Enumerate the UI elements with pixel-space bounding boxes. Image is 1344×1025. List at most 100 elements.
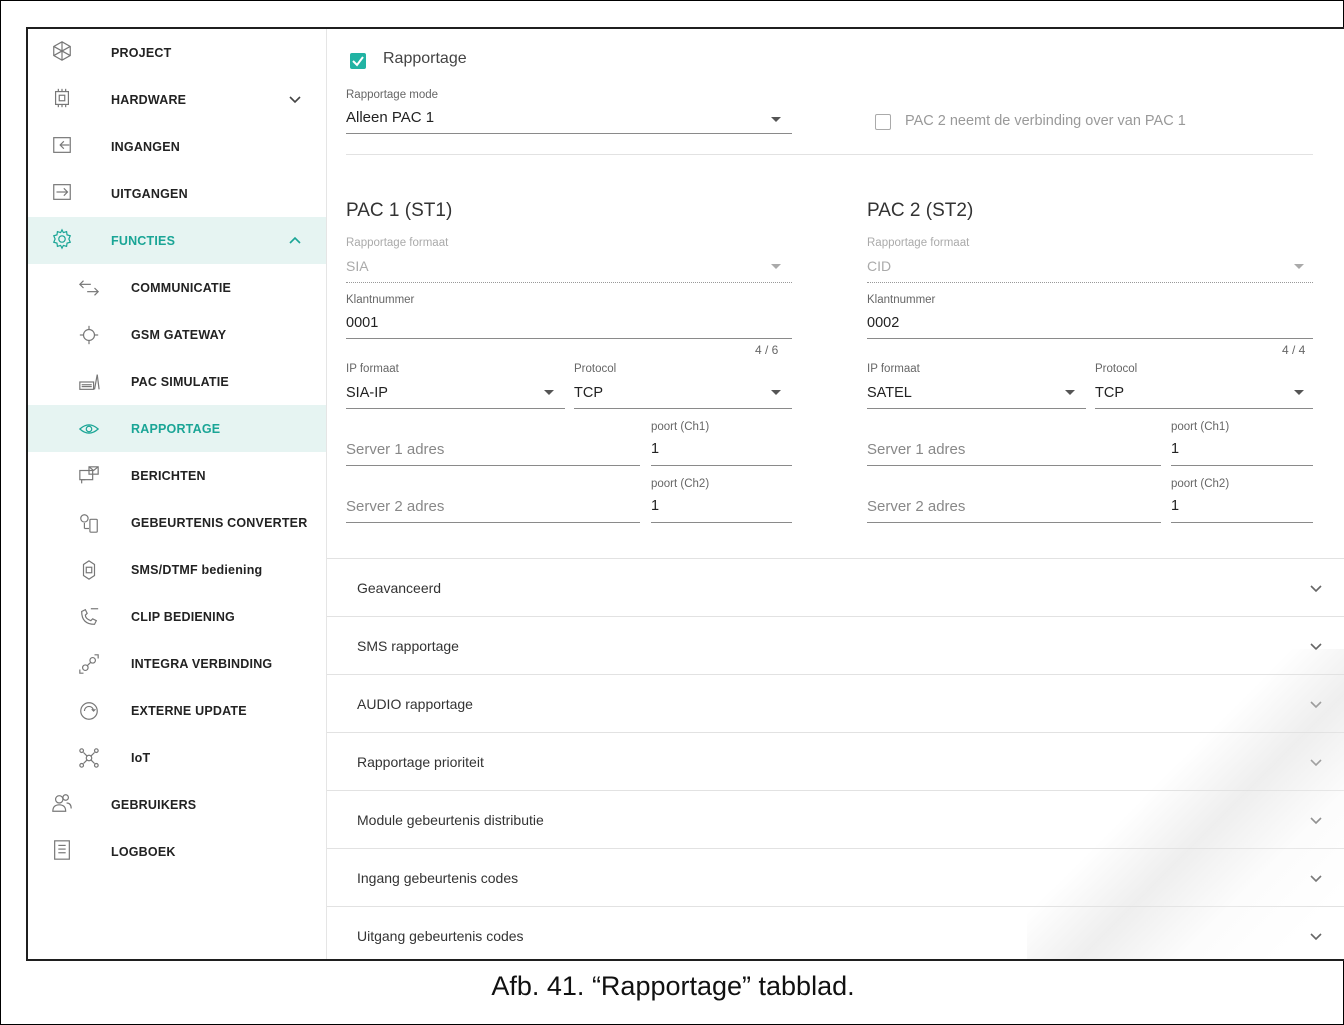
sidebar-item-label: GSM GATEWAY (131, 327, 227, 342)
sidebar-item-communicatie[interactable]: COMMUNICATIE (28, 264, 326, 311)
pac1-ip-format-caret-icon[interactable] (544, 390, 554, 395)
mode-select[interactable]: Alleen PAC 1 (346, 109, 434, 126)
sidebar-item-label: IoT (131, 750, 151, 765)
sidebar-item-functies[interactable]: FUNCTIES (28, 217, 326, 264)
pac1-port1-input[interactable]: 1 (651, 441, 659, 457)
mode-dropdown-caret-icon[interactable] (771, 117, 781, 122)
accordion-geavanceerd[interactable]: Geavanceerd (327, 558, 1344, 616)
pac1-server2-underline (346, 522, 640, 523)
chevron-down-icon[interactable] (1309, 639, 1323, 653)
pac2-format-label: Rapportage formaat (867, 237, 970, 249)
sidebar-item-label: UITGANGEN (111, 186, 188, 201)
app-window: PROJECT HARDWARE INGANGEN UITGANGEN FUNC… (26, 27, 1344, 961)
communication-icon (77, 276, 101, 300)
pac1-client-underline (346, 338, 792, 339)
sidebar-item-iot[interactable]: IoT (28, 734, 326, 781)
eye-icon (77, 417, 101, 441)
sidebar-item-ingangen[interactable]: INGANGEN (28, 123, 326, 170)
pac2-ip-format-select[interactable]: SATEL (867, 385, 912, 401)
pac2-protocol-underline (1095, 408, 1313, 409)
pac1-server1-input[interactable]: Server 1 adres (346, 441, 444, 458)
sidebar-item-project[interactable]: PROJECT (28, 29, 326, 76)
chevron-down-icon[interactable] (1309, 755, 1323, 769)
pac2-ip-format-underline (867, 408, 1086, 409)
main-content: Rapportage Rapportage mode Alleen PAC 1 … (326, 29, 1344, 959)
hardware-icon (50, 86, 74, 110)
pac1-format-label: Rapportage formaat (346, 237, 449, 249)
project-icon (50, 39, 74, 63)
pac2-server2-input[interactable]: Server 2 adres (867, 498, 965, 515)
pac1-server1-underline (346, 465, 640, 466)
sidebar: PROJECT HARDWARE INGANGEN UITGANGEN FUNC… (28, 29, 326, 959)
pac1-protocol-label: Protocol (574, 363, 617, 375)
pac1-server2-input[interactable]: Server 2 adres (346, 498, 444, 515)
pac1-port2-input[interactable]: 1 (651, 498, 659, 514)
accordion-rapportage-prioriteit[interactable]: Rapportage prioriteit (327, 732, 1344, 790)
takeover-checkbox-label: PAC 2 neemt de verbinding over van PAC 1 (905, 113, 1186, 129)
figure-caption: Afb. 41. “Rapportage” tabblad. (491, 971, 855, 1001)
sidebar-item-label: INGANGEN (111, 139, 180, 154)
mode-label: Rapportage mode (346, 89, 439, 101)
pac1-format-select[interactable]: SIA (346, 258, 369, 274)
pac1-protocol-caret-icon[interactable] (771, 390, 781, 395)
pac2-client-input[interactable]: 0002 (867, 315, 899, 331)
sidebar-item-gebeurtenis-converter[interactable]: GEBEURTENIS CONVERTER (28, 499, 326, 546)
sidebar-item-rapportage[interactable]: RAPPORTAGE (28, 405, 326, 452)
chevron-down-icon[interactable] (1309, 813, 1323, 827)
pac2-server1-input[interactable]: Server 1 adres (867, 441, 965, 458)
document-frame: PROJECT HARDWARE INGANGEN UITGANGEN FUNC… (0, 0, 1344, 1025)
pac2-port2-label: poort (Ch2) (1171, 478, 1230, 490)
iot-icon (77, 746, 101, 770)
sidebar-item-clip-bediening[interactable]: CLIP BEDIENING (28, 593, 326, 640)
accordion-ingang-gebeurtenis-codes[interactable]: Ingang gebeurtenis codes (327, 848, 1344, 906)
chevron-down-icon[interactable] (288, 92, 302, 106)
pac2-port2-input[interactable]: 1 (1171, 498, 1179, 514)
pac1-port2-label: poort (Ch2) (651, 478, 710, 490)
chevron-down-icon[interactable] (1309, 929, 1323, 943)
gsm-gateway-icon (77, 323, 101, 347)
chevron-up-icon[interactable] (288, 233, 302, 247)
pac1-client-input[interactable]: 0001 (346, 315, 378, 331)
chevron-down-icon[interactable] (1309, 697, 1323, 711)
sidebar-item-externe-update[interactable]: EXTERNE UPDATE (28, 687, 326, 734)
pac1-ip-format-label: IP formaat (346, 363, 399, 375)
sidebar-item-label: RAPPORTAGE (131, 421, 221, 436)
divider (346, 154, 1313, 155)
sidebar-item-label: FUNCTIES (111, 233, 176, 248)
takeover-checkbox[interactable] (875, 114, 891, 130)
sidebar-item-gebruikers[interactable]: GEBRUIKERS (28, 781, 326, 828)
pac2-protocol-select[interactable]: TCP (1095, 385, 1124, 401)
sidebar-item-uitgangen[interactable]: UITGANGEN (28, 170, 326, 217)
chevron-down-icon[interactable] (1309, 581, 1323, 595)
pac2-ip-format-caret-icon[interactable] (1065, 390, 1075, 395)
pac1-format-caret-icon (771, 264, 781, 269)
gear-icon (50, 227, 74, 251)
sidebar-item-pac-simulatie[interactable]: PAC SIMULATIE (28, 358, 326, 405)
sidebar-item-logboek[interactable]: LOGBOEK (28, 828, 326, 875)
sidebar-item-sms-dtmf[interactable]: SMS/DTMF bediening (28, 546, 326, 593)
accordion-module-gebeurtenis-distributie[interactable]: Module gebeurtenis distributie (327, 790, 1344, 848)
accordion-uitgang-gebeurtenis-codes[interactable]: Uitgang gebeurtenis codes (327, 906, 1344, 959)
sidebar-item-label: BERICHTEN (131, 468, 206, 483)
pac1-ip-format-select[interactable]: SIA-IP (346, 385, 388, 401)
sidebar-item-label: PAC SIMULATIE (131, 374, 229, 389)
sidebar-item-hardware[interactable]: HARDWARE (28, 76, 326, 123)
chevron-down-icon[interactable] (1309, 871, 1323, 885)
sidebar-item-gsm-gateway[interactable]: GSM GATEWAY (28, 311, 326, 358)
reporting-checkbox[interactable] (350, 53, 366, 69)
pac2-format-underline (867, 282, 1313, 283)
pac2-format-select[interactable]: CID (867, 258, 891, 274)
pac1-port1-underline (651, 465, 792, 466)
pac2-protocol-caret-icon[interactable] (1294, 390, 1304, 395)
sidebar-item-berichten[interactable]: BERICHTEN (28, 452, 326, 499)
accordion-audio-rapportage[interactable]: AUDIO rapportage (327, 674, 1344, 732)
sidebar-item-label: GEBRUIKERS (111, 797, 197, 812)
sidebar-item-integra-verbinding[interactable]: INTEGRA VERBINDING (28, 640, 326, 687)
sidebar-item-label: GEBEURTENIS CONVERTER (131, 515, 308, 530)
accordion-sms-rapportage[interactable]: SMS rapportage (327, 616, 1344, 674)
pac1-protocol-select[interactable]: TCP (574, 385, 603, 401)
users-icon (50, 791, 74, 815)
pac2-ip-format-label: IP formaat (867, 363, 920, 375)
accordion-label: Ingang gebeurtenis codes (357, 869, 519, 886)
pac2-port1-input[interactable]: 1 (1171, 441, 1179, 457)
